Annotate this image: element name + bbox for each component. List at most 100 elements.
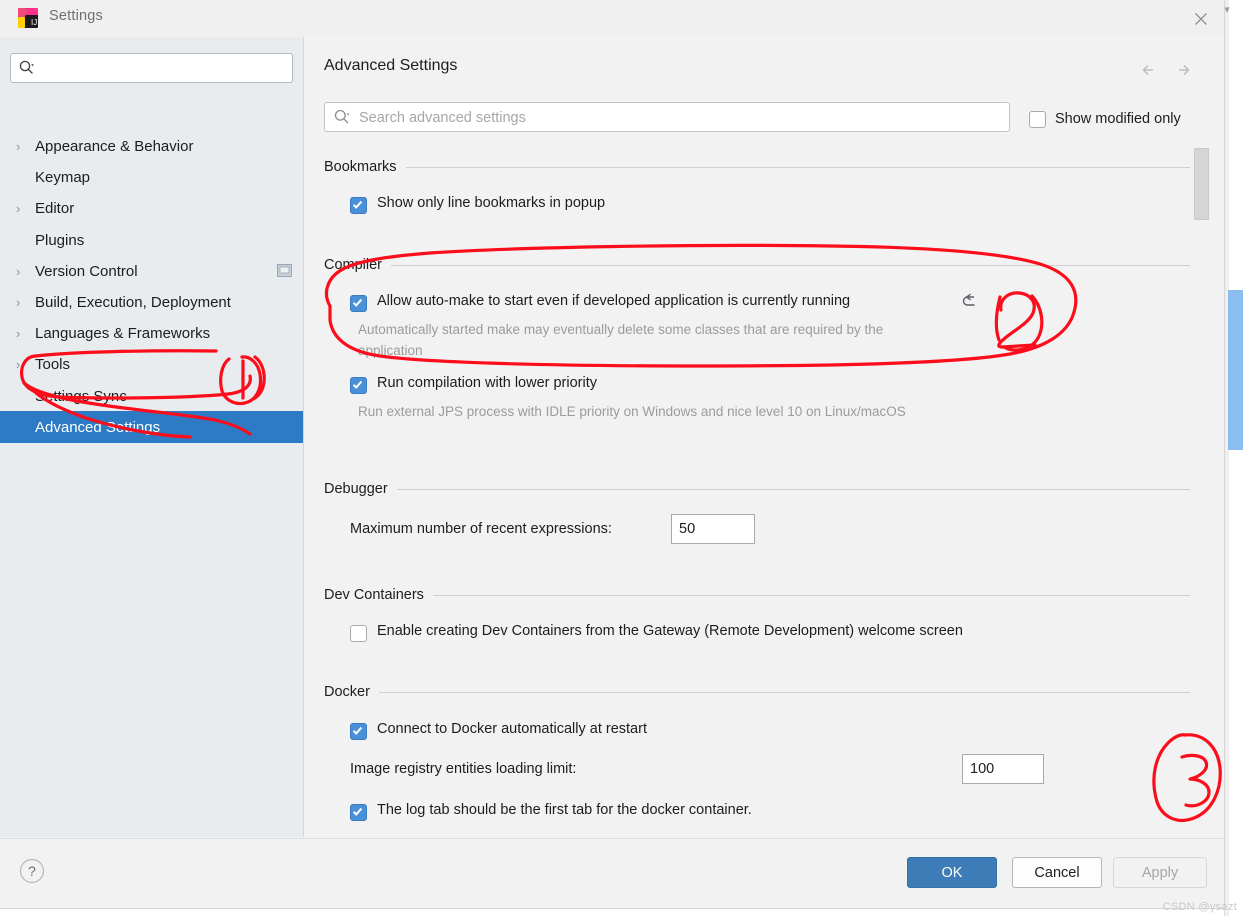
checkbox-box xyxy=(1029,111,1046,128)
section-divider xyxy=(379,692,1190,693)
section-title: Compiler xyxy=(324,257,391,273)
chevron-right-icon: › xyxy=(16,358,30,371)
sidebar-item-languages-frameworks[interactable]: › Languages & Frameworks xyxy=(0,317,303,349)
section-header: Docker xyxy=(324,683,1190,701)
checkbox-box xyxy=(350,377,367,394)
settings-dialog: IJ Settings › Appearance & Behavior xyxy=(0,0,1224,908)
sidebar-item-keymap[interactable]: Keymap xyxy=(0,161,303,193)
section-docker: Docker xyxy=(324,683,1190,701)
sidebar-item-appearance-behavior[interactable]: › Appearance & Behavior xyxy=(0,130,303,162)
image-registry-limit-field[interactable] xyxy=(962,754,1044,784)
sidebar-search-input[interactable] xyxy=(41,54,290,84)
advanced-settings-search-box[interactable] xyxy=(324,102,1010,132)
sidebar-item-label: Editor xyxy=(35,200,74,217)
dialog-title: Settings xyxy=(49,8,103,24)
checkbox-label: Allow auto-make to start even if develop… xyxy=(377,293,850,310)
advanced-settings-search-input[interactable] xyxy=(357,103,1007,133)
image-registry-limit-input[interactable] xyxy=(963,755,1043,783)
sidebar-item-tools[interactable]: › Tools xyxy=(0,348,303,380)
svg-text:?: ? xyxy=(28,863,36,879)
section-title: Debugger xyxy=(324,481,397,497)
revert-icon[interactable] xyxy=(960,291,982,311)
section-header: Dev Containers xyxy=(324,586,1190,604)
checkbox-label: Enable creating Dev Containers from the … xyxy=(377,623,963,640)
sidebar-item-label: Tools xyxy=(35,356,70,373)
section-bookmarks: Bookmarks xyxy=(324,158,1190,176)
max-recent-expressions-label: Maximum number of recent expressions: xyxy=(350,521,612,537)
chevron-right-icon: › xyxy=(16,265,30,278)
section-compiler: Compiler xyxy=(324,256,1190,274)
sidebar-item-build-execution-deployment[interactable]: › Build, Execution, Deployment xyxy=(0,286,303,318)
dialog-footer: ? OK Cancel Apply xyxy=(0,838,1224,908)
max-recent-expressions-input[interactable] xyxy=(672,515,754,543)
sidebar-item-label: Plugins xyxy=(35,232,84,249)
section-divider xyxy=(406,167,1190,168)
section-divider xyxy=(397,489,1190,490)
checkbox-label: Connect to Docker automatically at resta… xyxy=(377,721,647,738)
background-window-strip xyxy=(1228,290,1243,450)
checkbox-box xyxy=(350,197,367,214)
sidebar-item-label: Settings Sync xyxy=(35,388,127,405)
section-title: Dev Containers xyxy=(324,587,433,603)
chevron-right-icon: › xyxy=(16,296,30,309)
log-tab-first-checkbox[interactable]: The log tab should be the first tab for … xyxy=(350,802,752,821)
sidebar-search-box[interactable] xyxy=(10,53,293,83)
panel-icon xyxy=(277,264,292,277)
watermark-text: CSDN @ysazt xyxy=(1163,901,1237,913)
sidebar-item-label: Appearance & Behavior xyxy=(35,138,193,155)
sidebar-item-version-control[interactable]: › Version Control xyxy=(0,255,303,287)
checkbox-label: The log tab should be the first tab for … xyxy=(377,802,752,819)
section-dev-containers: Dev Containers xyxy=(324,586,1190,604)
checkbox-box xyxy=(350,723,367,740)
section-divider xyxy=(391,265,1190,266)
close-icon[interactable] xyxy=(1188,6,1214,32)
vertical-scrollbar-thumb[interactable] xyxy=(1194,148,1209,220)
connect-docker-at-restart-checkbox[interactable]: Connect to Docker automatically at resta… xyxy=(350,721,647,740)
section-header: Debugger xyxy=(324,480,1190,498)
allow-auto-make-checkbox[interactable]: Allow auto-make to start even if develop… xyxy=(350,293,850,312)
sidebar-item-settings-sync[interactable]: Settings Sync xyxy=(0,380,303,412)
svg-text:IJ: IJ xyxy=(31,18,37,27)
checkbox-label: Show only line bookmarks in popup xyxy=(377,195,605,212)
desktop-right-edge xyxy=(1224,0,1229,916)
enable-dev-containers-checkbox[interactable]: Enable creating Dev Containers from the … xyxy=(350,623,963,642)
ok-button[interactable]: OK xyxy=(907,857,997,888)
cancel-button[interactable]: Cancel xyxy=(1012,857,1102,888)
search-icon xyxy=(18,59,35,81)
show-modified-only-label: Show modified only xyxy=(1055,111,1181,127)
section-header: Compiler xyxy=(324,256,1190,274)
dialog-titlebar: IJ Settings xyxy=(0,0,1224,38)
sidebar-item-label: Keymap xyxy=(35,169,90,186)
page-title: Advanced Settings xyxy=(324,57,457,75)
apply-button[interactable]: Apply xyxy=(1113,857,1207,888)
settings-sidebar: › Appearance & Behavior Keymap › Editor … xyxy=(0,37,304,837)
chevron-right-icon: › xyxy=(16,327,30,340)
show-modified-only-checkbox[interactable]: Show modified only xyxy=(1029,109,1181,128)
run-compilation-lower-priority-checkbox[interactable]: Run compilation with lower priority xyxy=(350,375,597,394)
image-registry-limit-label: Image registry entities loading limit: xyxy=(350,761,576,777)
show-only-line-bookmarks-checkbox[interactable]: Show only line bookmarks in popup xyxy=(350,195,605,214)
help-icon[interactable]: ? xyxy=(18,857,46,885)
section-title: Docker xyxy=(324,684,379,700)
sidebar-item-label: Build, Execution, Deployment xyxy=(35,294,231,311)
arrow-right-icon[interactable] xyxy=(1170,57,1196,83)
section-divider xyxy=(433,595,1190,596)
run-compilation-description: Run external JPS process with IDLE prior… xyxy=(358,401,918,422)
sidebar-item-editor[interactable]: › Editor xyxy=(0,192,303,224)
arrow-left-icon[interactable] xyxy=(1136,57,1162,83)
intellij-idea-logo-icon: IJ xyxy=(17,7,39,29)
search-icon xyxy=(333,108,351,131)
max-recent-expressions-field[interactable] xyxy=(671,514,755,544)
sidebar-item-plugins[interactable]: Plugins xyxy=(0,224,303,256)
chevron-right-icon: › xyxy=(16,202,30,215)
sidebar-item-label: Version Control xyxy=(35,263,138,280)
advanced-settings-panel: Advanced Settings xyxy=(304,37,1224,837)
sidebar-item-advanced-settings[interactable]: Advanced Settings xyxy=(0,411,303,443)
section-debugger: Debugger xyxy=(324,480,1190,498)
checkbox-box xyxy=(350,804,367,821)
checkbox-box xyxy=(350,295,367,312)
allow-auto-make-description: Automatically started make may eventuall… xyxy=(358,319,918,361)
checkbox-label: Run compilation with lower priority xyxy=(377,375,597,392)
section-header: Bookmarks xyxy=(324,158,1190,176)
checkbox-box xyxy=(350,625,367,642)
